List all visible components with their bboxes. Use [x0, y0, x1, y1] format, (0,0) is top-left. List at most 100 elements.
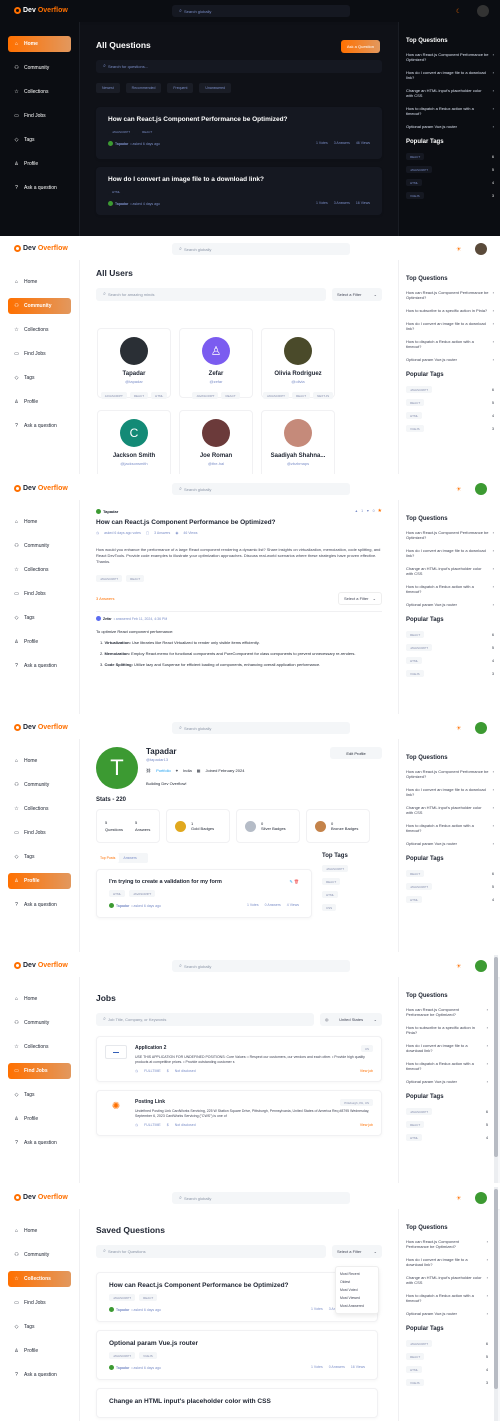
top-question-item[interactable]: How do I convert an image file to a down… — [406, 1257, 488, 1267]
menu-item-most-viewed[interactable]: Most Viewed — [340, 1294, 374, 1302]
top-question-item[interactable]: How can React.js Component Performance b… — [406, 1007, 488, 1017]
sidebar-item-tags[interactable]: ◇ Tags — [8, 1087, 71, 1103]
top-question-item[interactable]: How do I convert an image file to a down… — [406, 787, 494, 797]
top-tag[interactable]: javascript — [322, 865, 382, 872]
sidebar-item-tags[interactable]: ◇ Tags — [8, 370, 71, 386]
sidebar-item-jobs[interactable]: ▭ Find Jobs — [8, 1295, 71, 1311]
sidebar-item-jobs[interactable]: ▭ Find Jobs — [8, 1063, 71, 1079]
top-question-item[interactable]: Change an HTML input's placeholder color… — [406, 1275, 488, 1285]
popular-tag[interactable]: javascript 6 — [406, 386, 494, 393]
sidebar-item-jobs[interactable]: ▭ Find Jobs — [8, 586, 71, 602]
popular-tag[interactable]: javascript 5 — [406, 883, 494, 890]
popular-tag[interactable]: javascript 6 — [406, 1108, 488, 1115]
top-question-item[interactable]: Optional param Vue.js router › — [406, 357, 494, 362]
sun-icon[interactable]: ☀ — [456, 725, 461, 732]
top-question-item[interactable]: How to dispatch a Redux action with a ti… — [406, 106, 494, 116]
top-question-item[interactable]: Optional param Vue.js router › — [406, 841, 494, 846]
sidebar-item-tags[interactable]: ◇ Tags — [8, 849, 71, 865]
popular-tag[interactable]: react 6 — [406, 631, 494, 638]
job-title[interactable]: Posting Link — [135, 1099, 165, 1106]
moon-icon[interactable]: ☾ — [456, 8, 461, 15]
question-search-input[interactable]: ⌕ Search for questions... — [96, 60, 382, 73]
sidebar-item-home[interactable]: ⌂ Home — [8, 274, 71, 290]
sidebar-item-ask[interactable]: ? Ask a question — [8, 897, 71, 913]
job-title[interactable]: Application 2 — [135, 1045, 166, 1052]
trash-icon[interactable]: 🗑 — [294, 879, 299, 884]
question-title[interactable]: How do I convert an image file to a down… — [108, 176, 370, 183]
user-card[interactable]: ♙ Zefar @zefar javascript react — [179, 328, 253, 399]
top-question-item[interactable]: How to dispatch a Redux action with a ti… — [406, 339, 494, 349]
sidebar-item-home[interactable]: ⌂ Home — [8, 1223, 71, 1239]
popular-tag[interactable]: vuejs 3 — [406, 192, 494, 199]
popular-tag[interactable]: html 4 — [406, 1134, 488, 1141]
top-question-item[interactable]: How to dispatch a Redux action with a ti… — [406, 584, 494, 594]
tag-pill[interactable]: javascript — [108, 128, 135, 135]
filter-select[interactable]: Select a Filter ⌄ — [332, 288, 382, 301]
upvote-icon[interactable]: ▲ — [355, 509, 358, 513]
popular-tag[interactable]: html 4 — [406, 179, 494, 186]
filter-unanswered[interactable]: Unanswered — [199, 83, 232, 93]
top-question-item[interactable]: How to subscribe to a specific action in… — [406, 1025, 488, 1035]
sidebar-item-ask[interactable]: ? Ask a question — [8, 180, 71, 196]
sidebar-item-profile[interactable]: ♙ Profile — [8, 394, 71, 410]
sidebar-item-ask[interactable]: ? Ask a question — [8, 418, 71, 434]
sidebar-item-community[interactable]: ⚇ Community — [8, 777, 71, 793]
popular-tag[interactable]: javascript 5 — [406, 166, 494, 173]
user-card[interactable]: Joe Roman @the-hal — [179, 410, 253, 474]
tab-answers[interactable]: Answers — [119, 853, 140, 863]
sidebar-item-community[interactable]: ⚇ Community — [8, 60, 71, 76]
popular-tag[interactable]: html 4 — [406, 412, 494, 419]
menu-item-most-answered[interactable]: Most Answered — [340, 1302, 374, 1310]
logo[interactable]: Dev Overflow — [14, 724, 68, 731]
logo[interactable]: Dev Overflow — [14, 485, 68, 492]
popular-tag[interactable]: html 4 — [406, 1366, 488, 1373]
avatar[interactable] — [477, 5, 489, 17]
sidebar-item-home[interactable]: ⌂ Home — [8, 753, 71, 769]
top-question-item[interactable]: How to dispatch a Redux action with a ti… — [406, 1061, 488, 1071]
global-search[interactable]: ⌕ Search globally — [172, 722, 350, 734]
top-question-item[interactable]: How can React.js Component Performance b… — [406, 530, 494, 540]
sidebar-item-tags[interactable]: ◇ Tags — [8, 1319, 71, 1335]
edit-profile-button[interactable]: Edit Profile — [330, 747, 382, 759]
avatar[interactable] — [475, 1192, 487, 1204]
filter-select[interactable]: Select a Filter ⌄ — [332, 1245, 382, 1258]
logo[interactable]: Dev Overflow — [14, 245, 68, 252]
popular-tag[interactable]: react 5 — [406, 1121, 488, 1128]
top-question-item[interactable]: Optional param Vue.js router › — [406, 602, 494, 607]
menu-item-most-voted[interactable]: Most Voted — [340, 1286, 374, 1294]
popular-tag[interactable]: html 4 — [406, 657, 494, 664]
top-question-item[interactable]: How do I convert an image file to a down… — [406, 70, 494, 80]
popular-tag[interactable]: react 6 — [406, 870, 494, 877]
sidebar-item-ask[interactable]: ? Ask a question — [8, 1135, 71, 1151]
author-name[interactable]: Tapadar — [115, 142, 128, 146]
edit-icon[interactable]: ✎ — [289, 879, 292, 884]
top-question-item[interactable]: How can React.js Component Performance b… — [406, 769, 494, 779]
tag-pill[interactable]: vuejs — [139, 1352, 157, 1359]
avatar[interactable] — [475, 483, 487, 495]
sidebar-item-community[interactable]: ⚇ Community — [8, 1247, 71, 1263]
top-question-item[interactable]: How can React.js Component Performance b… — [406, 290, 494, 300]
sidebar-item-profile[interactable]: ♙ Profile — [8, 1343, 71, 1359]
job-card[interactable]: ▬▬ Application 2 US USE THIS APPLICATION … — [96, 1036, 382, 1082]
top-tag[interactable]: react — [322, 878, 382, 885]
author-name[interactable]: Tapadar — [115, 202, 128, 206]
tag-pill[interactable]: react — [126, 575, 145, 582]
sidebar-item-community[interactable]: ⚇ Community — [8, 538, 71, 554]
global-search[interactable]: ⌕ Search globally — [172, 483, 350, 495]
popular-tag[interactable]: javascript 5 — [406, 644, 494, 651]
user-card[interactable]: Olivia Rodriguez @olivia javascript react ne… — [261, 328, 335, 399]
menu-item-oldest[interactable]: Oldest — [340, 1278, 374, 1286]
sidebar-item-tags[interactable]: ◇ Tags — [8, 132, 71, 148]
user-search-input[interactable]: ⌕ Search for amazing minds — [96, 288, 326, 301]
tag-pill[interactable]: html — [109, 890, 126, 897]
popular-tag[interactable]: javascript 6 — [406, 1340, 488, 1347]
top-question-item[interactable]: How do I convert an image file to a down… — [406, 548, 494, 558]
job-search-input[interactable]: ⌕ Job Title, Company, or Keywords — [96, 1013, 314, 1026]
menu-item-most-recent[interactable]: Most Recent — [340, 1270, 374, 1278]
sidebar-item-profile[interactable]: ♙ Profile — [8, 1111, 71, 1127]
post-card[interactable]: I'm trying to create a validation for my… — [96, 869, 312, 918]
sidebar-item-ask[interactable]: ? Ask a question — [8, 658, 71, 674]
global-search[interactable]: ⌕ Search globally — [172, 1192, 350, 1204]
top-question-item[interactable]: How to dispatch a Redux action with a ti… — [406, 1293, 488, 1303]
top-question-item[interactable]: Optional param Vue.js router › — [406, 1079, 488, 1084]
